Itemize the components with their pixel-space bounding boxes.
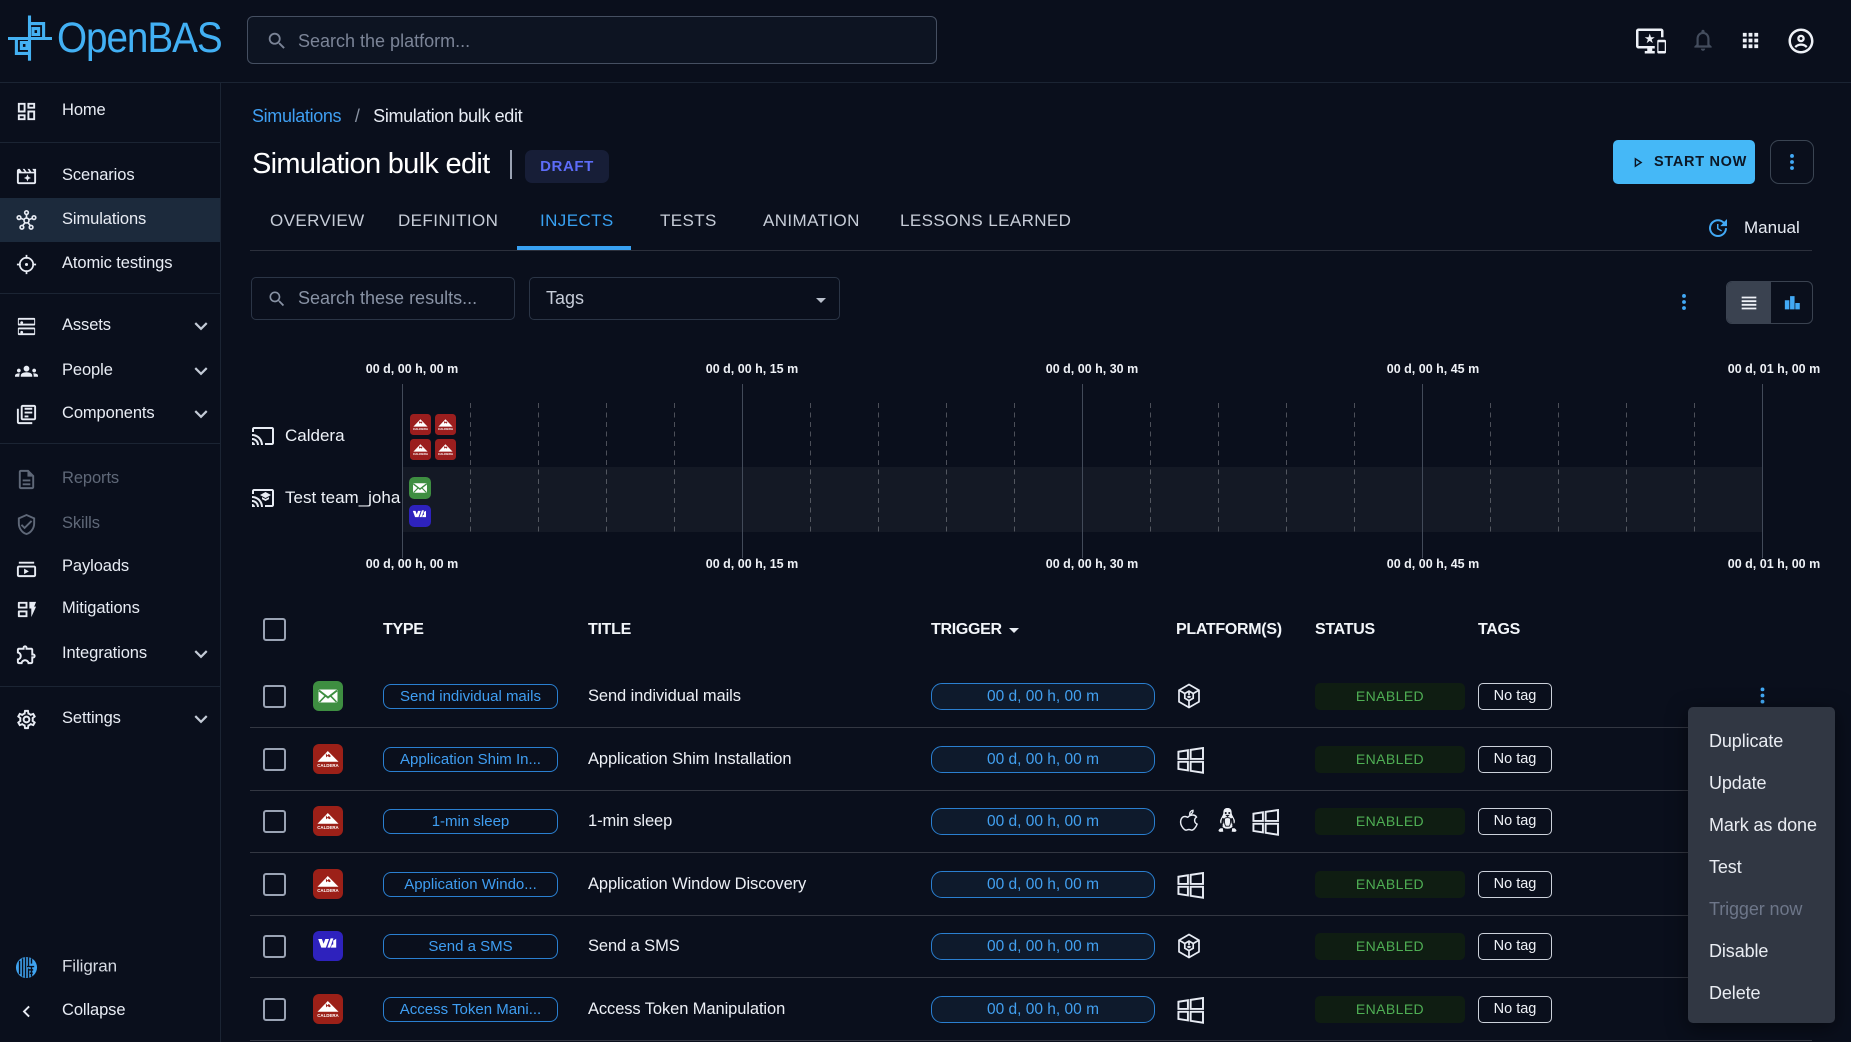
svg-text:CALDERA: CALDERA bbox=[317, 888, 339, 893]
svg-text:CALDERA: CALDERA bbox=[317, 763, 339, 768]
svg-text:CALDERA: CALDERA bbox=[317, 825, 339, 830]
svg-text:CALDERA: CALDERA bbox=[413, 427, 429, 431]
svg-text:CALDERA: CALDERA bbox=[317, 1013, 339, 1018]
svg-text:CALDERA: CALDERA bbox=[438, 452, 454, 456]
svg-text:CALDERA: CALDERA bbox=[438, 427, 454, 431]
svg-text:CALDERA: CALDERA bbox=[413, 452, 429, 456]
